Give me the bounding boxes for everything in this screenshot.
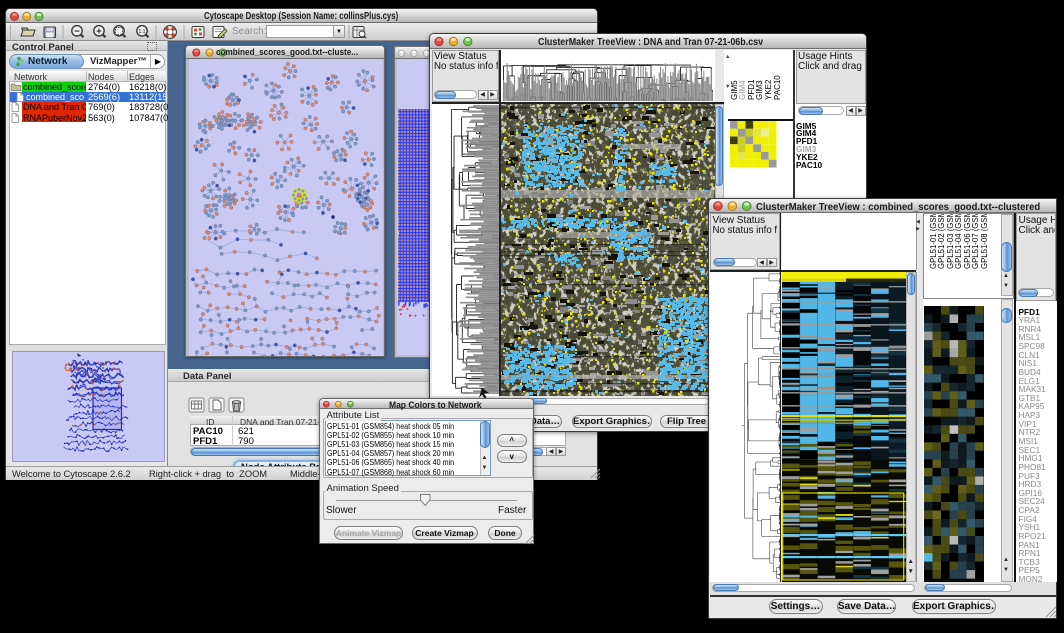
svg-text:1:1: 1:1 — [139, 29, 146, 35]
